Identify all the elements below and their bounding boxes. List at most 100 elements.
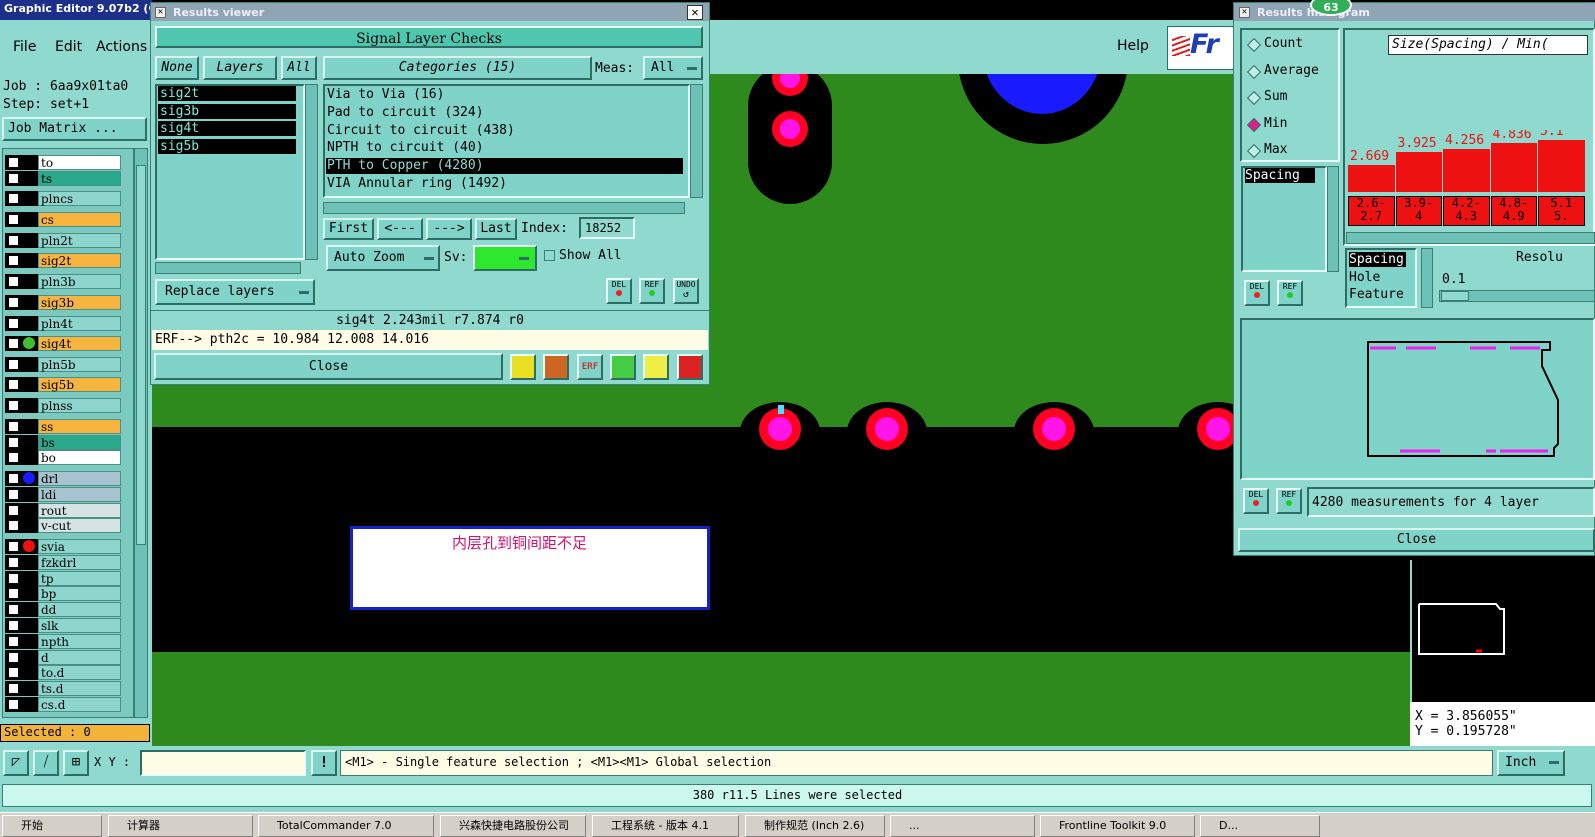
layer-checkbox[interactable] — [8, 620, 19, 631]
layer-name[interactable]: pln4t — [38, 316, 121, 331]
layer-list-vscroll[interactable] — [305, 84, 318, 260]
layer-checkbox[interactable] — [8, 193, 19, 204]
layer-checkbox[interactable] — [8, 173, 19, 184]
category-item[interactable]: PTH to Copper (4280) — [326, 158, 683, 175]
taskbar-item[interactable]: ... — [890, 815, 1035, 837]
layer-name[interactable]: npth — [38, 634, 121, 649]
layer-row-ts.d[interactable]: ts.d — [5, 681, 121, 696]
layer-checkbox[interactable] — [8, 437, 19, 448]
layer-row-svia[interactable]: svia — [5, 539, 121, 554]
layer-checkbox[interactable] — [8, 235, 19, 246]
layer-name[interactable]: sig4t — [38, 336, 121, 351]
layer-name[interactable]: sig2t — [38, 253, 121, 268]
rv-layer-item[interactable]: sig5b — [158, 138, 296, 154]
layer-checkbox[interactable] — [8, 636, 19, 647]
histogram-bar[interactable] — [1395, 152, 1442, 192]
category-item[interactable]: VIA Annular ring (1492) — [326, 176, 683, 192]
layer-checkbox[interactable] — [8, 473, 19, 484]
layer-name[interactable]: v-cut — [38, 518, 121, 533]
layer-row-bs[interactable]: bs — [5, 435, 121, 450]
mode-label-max[interactable]: Max — [1264, 142, 1287, 157]
meas-dropdown[interactable]: All — [643, 56, 703, 80]
hist-ref-button[interactable]: REF — [1277, 280, 1303, 306]
prev-button[interactable]: <--- — [377, 218, 423, 240]
layer-checkbox[interactable] — [8, 489, 19, 500]
erf-off-icon[interactable]: ERF — [577, 354, 603, 380]
layer-row-npth[interactable]: npth — [5, 634, 121, 649]
layer-row-pln4t[interactable]: pln4t — [5, 316, 121, 331]
violation-marker[interactable] — [778, 405, 784, 414]
layer-name[interactable]: drl — [38, 471, 121, 486]
layer-row-cs.d[interactable]: cs.d — [5, 697, 121, 712]
layer-name[interactable]: pln2t — [38, 233, 121, 248]
preview-ref-button[interactable]: REF — [1276, 488, 1302, 514]
zoom-fit-icon[interactable]: ◸ — [3, 750, 29, 776]
resolution-slider-thumb[interactable] — [1441, 291, 1469, 301]
layer-name[interactable]: sig5b — [38, 377, 121, 392]
chart-hscroll[interactable] — [1346, 232, 1595, 244]
layer-name[interactable]: dd — [38, 602, 121, 617]
layer-checkbox[interactable] — [8, 379, 19, 390]
layer-name[interactable]: to.d — [38, 665, 121, 680]
taskbar-item[interactable]: 计算器 — [108, 815, 253, 837]
window-menu-icon[interactable]: ✕ — [155, 7, 166, 18]
close-histogram-button[interactable]: Close — [1238, 528, 1595, 552]
layer-checkbox[interactable] — [8, 297, 19, 308]
layer-checkbox[interactable] — [8, 652, 19, 663]
layer-name[interactable]: pln3b — [38, 274, 121, 289]
alert-icon[interactable]: ! — [311, 750, 337, 776]
layer-row-pln2t[interactable]: pln2t — [5, 233, 121, 248]
menu-edit[interactable]: Edit — [55, 39, 82, 55]
layer-list-hscroll[interactable] — [155, 262, 301, 274]
layer-checkbox[interactable] — [8, 604, 19, 615]
ref-button[interactable]: REF — [639, 278, 665, 304]
type-list-vscroll[interactable] — [1421, 248, 1433, 308]
layer-row-sig3b[interactable]: sig3b — [5, 295, 121, 310]
layer-checkbox[interactable] — [8, 276, 19, 287]
layer-name[interactable]: fzkdrl — [38, 555, 121, 570]
category-item[interactable]: Pad to circuit (324) — [326, 105, 683, 121]
zoom-area-icon[interactable]: ⧸ — [33, 750, 59, 776]
layer-row-slk[interactable]: slk — [5, 618, 121, 633]
layer-name[interactable]: ts.d — [38, 681, 121, 696]
taskbar-item[interactable]: D... — [1200, 815, 1320, 837]
layer-checkbox[interactable] — [8, 505, 19, 516]
layer-row-fzkdrl[interactable]: fzkdrl — [5, 555, 121, 570]
layer-row-v-cut[interactable]: v-cut — [5, 518, 121, 533]
layer-scroll-thumb[interactable] — [136, 165, 146, 545]
mode-label-min[interactable]: Min — [1264, 116, 1287, 131]
layer-checkbox[interactable] — [8, 573, 19, 584]
layer-row-sig4t[interactable]: sig4t — [5, 336, 121, 351]
menu-help[interactable]: Help — [1117, 38, 1149, 54]
layer-name[interactable]: plncs — [38, 191, 121, 206]
ruler-icon[interactable] — [510, 354, 536, 380]
layer-name[interactable]: ts — [38, 171, 121, 186]
layer-row-bp[interactable]: bp — [5, 586, 121, 601]
layer-row-plncs[interactable]: plncs — [5, 191, 121, 206]
category-item[interactable]: Via to Via (16) — [326, 87, 683, 103]
layer-checkbox[interactable] — [8, 452, 19, 463]
first-button[interactable]: First — [323, 218, 374, 240]
histogram-icon[interactable] — [677, 354, 703, 380]
category-hscroll[interactable] — [323, 202, 685, 214]
layer-checkbox[interactable] — [8, 557, 19, 568]
spacing-list-item[interactable]: Spacing — [1245, 168, 1315, 183]
layer-checkbox[interactable] — [8, 318, 19, 329]
layer-name[interactable]: ldi — [38, 487, 121, 502]
layer-name[interactable]: pln5b — [38, 357, 121, 372]
layer-row-to.d[interactable]: to.d — [5, 665, 121, 680]
taskbar-item[interactable]: Frontline Toolkit 9.0 — [1040, 815, 1195, 837]
layer-name[interactable]: slk — [38, 618, 121, 633]
layer-name[interactable]: ss — [38, 419, 121, 434]
layer-row-sig2t[interactable]: sig2t — [5, 253, 121, 268]
layer-name[interactable]: cs.d — [38, 697, 121, 712]
layer-row-dd[interactable]: dd — [5, 602, 121, 617]
layer-name[interactable]: tp — [38, 571, 121, 586]
mode-label-average[interactable]: Average — [1264, 63, 1319, 78]
mode-label-count[interactable]: Count — [1264, 36, 1303, 51]
exit-icon[interactable] — [543, 354, 569, 380]
mode-label-sum[interactable]: Sum — [1264, 89, 1287, 104]
window-menu-icon[interactable]: ✕ — [1239, 7, 1250, 18]
units-dropdown[interactable]: Inch — [1497, 750, 1565, 776]
layer-row-cs[interactable]: cs — [5, 212, 121, 227]
